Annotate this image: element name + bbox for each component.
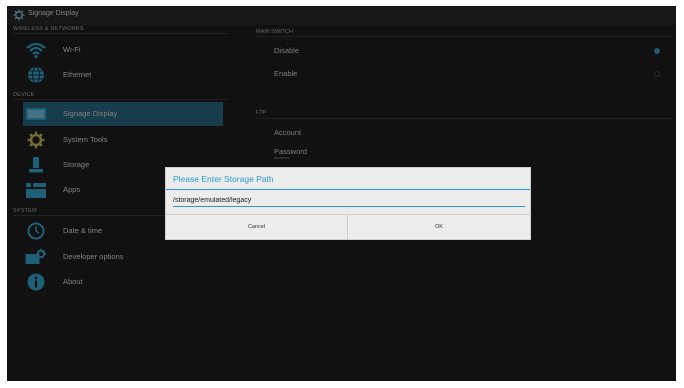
storage-path-dialog: Please Enter Storage Path Cancel OK (165, 167, 531, 240)
cancel-button[interactable]: Cancel (166, 215, 348, 239)
storage-path-input[interactable] (173, 194, 525, 207)
dialog-title: Please Enter Storage Path (173, 174, 274, 184)
settings-screen: Signage Display WIRELESS & NETWORKS Wi-F… (7, 6, 676, 381)
dialog-title-divider (166, 189, 530, 190)
ok-button[interactable]: OK (348, 215, 530, 239)
